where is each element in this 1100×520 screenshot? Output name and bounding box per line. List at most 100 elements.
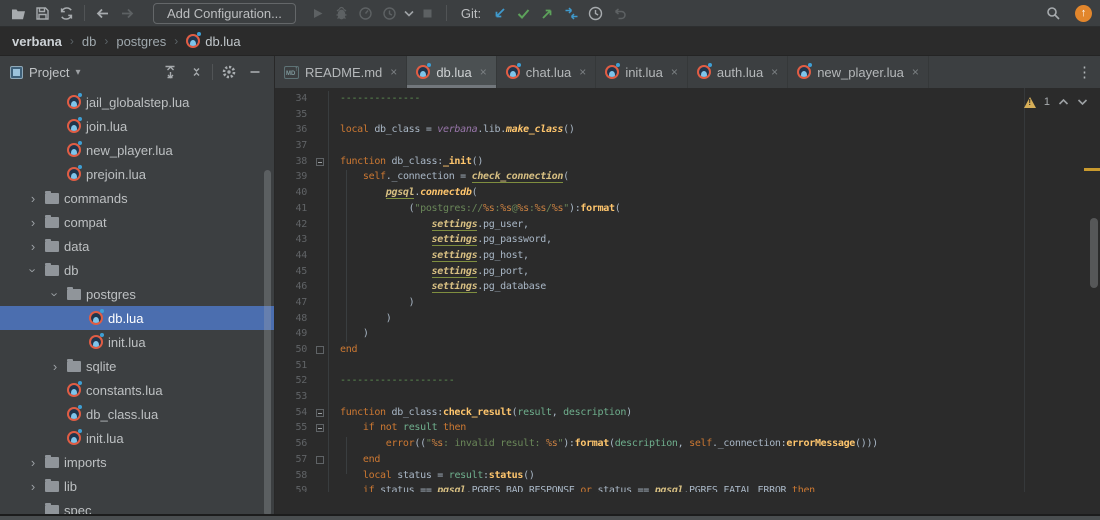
tree-item-compat[interactable]: › compat <box>0 210 274 234</box>
tab-close-icon[interactable]: × <box>912 65 919 79</box>
project-tree-scrollbar[interactable] <box>264 170 271 516</box>
tab-db.lua[interactable]: db.lua × <box>407 56 497 88</box>
code-text[interactable]: ) <box>328 294 1100 311</box>
code-text[interactable]: self._connection = check_connection( <box>328 169 1100 186</box>
tree-item-data[interactable]: › data <box>0 234 274 258</box>
warning-stripe-mark[interactable] <box>1084 168 1100 171</box>
tree-item-init.lua[interactable]: init.lua <box>0 330 274 354</box>
fold-marker-icon[interactable] <box>311 342 328 358</box>
collapse-all-icon[interactable] <box>183 60 209 84</box>
code-text[interactable]: -------------------- <box>328 373 1100 390</box>
breadcrumb-item-verbana[interactable]: verbana <box>12 34 62 49</box>
code-text[interactable]: end <box>328 342 1100 358</box>
tab-close-icon[interactable]: × <box>671 65 678 79</box>
tree-item-db_class.lua[interactable]: db_class.lua <box>0 402 274 426</box>
code-text[interactable]: ("postgres://%s:%s@%s:%s/%s"):format( <box>328 200 1100 217</box>
git-push-icon[interactable] <box>535 2 559 24</box>
fold-marker-icon[interactable] <box>311 154 328 170</box>
tree-item-jail_globalstep.lua[interactable]: jail_globalstep.lua <box>0 90 274 114</box>
warning-icon[interactable] <box>1023 96 1036 108</box>
update-badge-icon[interactable]: ↑ <box>1075 4 1092 22</box>
profiler-icon[interactable] <box>354 2 378 24</box>
fold-marker-icon[interactable] <box>311 452 328 468</box>
code-text[interactable] <box>328 106 1100 123</box>
run-dropdown-arrow-icon[interactable] <box>402 2 416 24</box>
tree-item-commands[interactable]: › commands <box>0 186 274 210</box>
settings-gear-icon[interactable] <box>216 60 242 84</box>
tree-item-lib[interactable]: › lib <box>0 474 274 498</box>
search-icon[interactable] <box>1041 2 1065 24</box>
tree-item-init.lua[interactable]: init.lua <box>0 426 274 450</box>
code-text[interactable]: settings.pg_database <box>328 279 1100 295</box>
tree-item-prejoin.lua[interactable]: prejoin.lua <box>0 162 274 186</box>
run-icon[interactable] <box>306 2 330 24</box>
tab-close-icon[interactable]: × <box>390 65 397 79</box>
tab-README.md[interactable]: MD README.md × <box>275 56 408 88</box>
fold-marker-icon[interactable] <box>311 420 328 436</box>
code-text[interactable]: end <box>328 451 1100 468</box>
code-text[interactable]: ) <box>328 310 1100 327</box>
tab-close-icon[interactable]: × <box>579 65 586 79</box>
tab-init.lua[interactable]: init.lua × <box>596 56 688 88</box>
code-text[interactable]: settings.pg_user, <box>328 216 1100 233</box>
chevron-collapsed-icon[interactable]: › <box>24 479 42 494</box>
tab-close-icon[interactable]: × <box>771 65 778 79</box>
breadcrumb-item-db[interactable]: db <box>82 34 96 49</box>
code-text[interactable]: local db_class = verbana.lib.make_class(… <box>328 122 1100 139</box>
code-text[interactable]: local status = result:status() <box>328 467 1100 484</box>
chevron-collapsed-icon[interactable]: › <box>24 191 42 206</box>
chevron-collapsed-icon[interactable]: › <box>24 239 42 254</box>
chevron-collapsed-icon[interactable]: › <box>24 455 42 470</box>
next-warning-icon[interactable] <box>1077 98 1088 106</box>
tab-new_player.lua[interactable]: new_player.lua × <box>788 56 929 88</box>
project-panel-title[interactable]: Project <box>29 65 69 80</box>
tree-item-imports[interactable]: › imports <box>0 450 274 474</box>
code-text[interactable]: if not result then <box>328 420 1100 437</box>
code-text[interactable] <box>328 389 1100 405</box>
breadcrumb-item-postgres[interactable]: postgres <box>116 34 166 49</box>
tree-item-db.lua[interactable]: db.lua <box>0 306 274 330</box>
code-text[interactable]: settings.pg_host, <box>328 247 1100 264</box>
code-text[interactable]: settings.pg_port, <box>328 263 1100 280</box>
tree-item-postgres[interactable]: › postgres <box>0 282 274 306</box>
code-text[interactable]: -------------- <box>328 91 1100 107</box>
git-merge-icon[interactable] <box>559 2 583 24</box>
stop-icon[interactable] <box>416 2 440 24</box>
back-icon[interactable] <box>91 2 115 24</box>
tab-close-icon[interactable]: × <box>480 65 487 79</box>
tree-item-sqlite[interactable]: › sqlite <box>0 354 274 378</box>
code-text[interactable]: settings.pg_password, <box>328 232 1100 248</box>
git-commit-icon[interactable] <box>511 2 535 24</box>
hide-panel-icon[interactable] <box>242 60 268 84</box>
git-rollback-icon[interactable] <box>607 2 631 24</box>
code-text[interactable] <box>328 138 1100 154</box>
fold-marker-icon[interactable] <box>311 405 328 421</box>
code-lines[interactable]: 34 -------------- 35 36 local db_class = ver… <box>275 88 1100 492</box>
chevron-expanded-icon[interactable]: › <box>26 261 41 279</box>
chevron-collapsed-icon[interactable]: › <box>24 215 42 230</box>
chevron-down-icon[interactable]: ▾ <box>75 67 80 78</box>
add-configuration-button[interactable]: Add Configuration... <box>153 2 296 24</box>
code-text[interactable]: function db_class:_init() <box>328 153 1100 170</box>
code-text[interactable]: function db_class:check_result(result, d… <box>328 404 1100 421</box>
git-history-icon[interactable] <box>583 2 607 24</box>
tree-item-db[interactable]: › db <box>0 258 274 282</box>
prev-warning-icon[interactable] <box>1058 98 1069 106</box>
code-text[interactable] <box>328 357 1100 374</box>
breadcrumb-item-db.lua[interactable]: db.lua <box>186 32 241 49</box>
save-all-icon[interactable] <box>30 2 54 24</box>
chevron-collapsed-icon[interactable]: › <box>46 359 64 374</box>
open-project-icon[interactable] <box>6 2 30 24</box>
coverage-icon[interactable] <box>378 2 402 24</box>
chevron-expanded-icon[interactable]: › <box>48 285 63 303</box>
forward-icon[interactable] <box>115 2 139 24</box>
code-text[interactable]: pgsql.connectdb( <box>328 185 1100 201</box>
tab-list-icon[interactable]: ⋮ <box>1070 56 1100 88</box>
tree-item-constants.lua[interactable]: constants.lua <box>0 378 274 402</box>
code-text[interactable]: error(("%s: invalid result: %s"):format(… <box>328 436 1100 452</box>
tree-item-new_player.lua[interactable]: new_player.lua <box>0 138 274 162</box>
debug-icon[interactable] <box>330 2 354 24</box>
code-text[interactable]: ) <box>328 326 1100 342</box>
tab-chat.lua[interactable]: chat.lua × <box>497 56 597 88</box>
editor-scrollbar[interactable] <box>1090 218 1098 288</box>
